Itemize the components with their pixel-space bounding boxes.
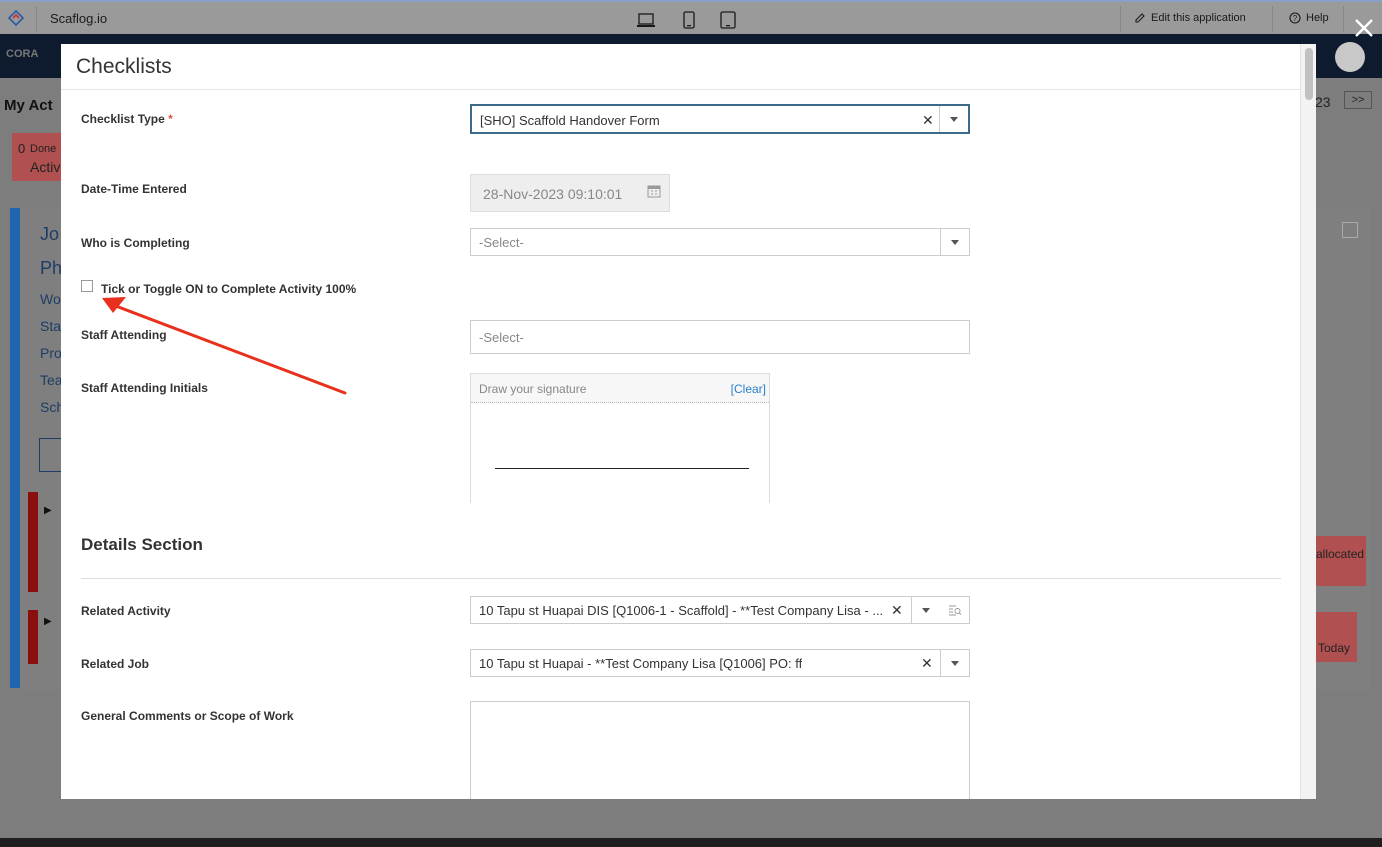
related-activity-value: 10 Tapu st Huapai DIS [Q1006-1 - Scaffol…: [479, 603, 884, 618]
chevron-down-icon[interactable]: [939, 106, 968, 132]
divider: [1343, 6, 1344, 32]
checklist-type-label: Checklist Type *: [81, 112, 173, 126]
complete-activity-checkbox[interactable]: [81, 280, 93, 292]
svg-text:?: ?: [1293, 14, 1298, 23]
background-fragment: Tea: [40, 372, 63, 388]
related-activity-select[interactable]: 10 Tapu st Huapai DIS [Q1006-1 - Scaffol…: [470, 596, 970, 624]
activ-label: Activ: [30, 159, 61, 175]
signature-header: Draw your signature [Clear]: [471, 374, 769, 403]
background-fragment: Ph: [40, 258, 63, 278]
edit-application-link[interactable]: Edit this application: [1134, 12, 1246, 24]
expand-icon: ▶: [44, 505, 52, 516]
chevron-down-icon[interactable]: [940, 650, 969, 676]
help-label: Help: [1306, 12, 1329, 24]
help-circle-icon: ?: [1289, 12, 1301, 24]
general-comments-textarea[interactable]: [470, 701, 970, 799]
chevron-down-icon[interactable]: [911, 597, 940, 623]
divider: [1120, 6, 1121, 32]
background-fragment: Pro: [40, 345, 62, 361]
signature-clear-link[interactable]: [Clear]: [731, 382, 766, 396]
background-heading: My Act: [4, 97, 53, 114]
divider: [1272, 6, 1273, 32]
expand-icon: ▶: [44, 616, 52, 627]
related-job-label: Related Job: [81, 657, 150, 671]
scrollbar-thumb[interactable]: [1305, 48, 1313, 100]
modal-scrollbar[interactable]: [1300, 44, 1316, 799]
checklist-type-value: [SHO] Scaffold Handover Form: [480, 113, 660, 128]
required-marker: *: [168, 112, 173, 126]
signature-placeholder: Draw your signature: [479, 382, 587, 396]
date-time-label: Date-Time Entered: [81, 182, 187, 196]
background-footer: [0, 838, 1382, 847]
who-completing-placeholder: -Select-: [479, 235, 524, 250]
modal-title: Checklists: [76, 55, 172, 78]
desktop-view-icon[interactable]: [636, 10, 656, 30]
checklist-type-select[interactable]: [SHO] Scaffold Handover Form ✕: [470, 104, 970, 134]
brand-fragment: CORA: [6, 48, 39, 60]
staff-attending-placeholder: -Select-: [479, 330, 524, 345]
checklist-type-label-text: Checklist Type: [81, 112, 165, 126]
background-allocated-card: allocated: [1316, 536, 1366, 586]
date-time-field: 28-Nov-2023 09:10:01: [470, 174, 670, 212]
search-list-icon[interactable]: [948, 603, 962, 617]
general-comments-label: General Comments or Scope of Work: [81, 709, 294, 723]
done-label: Done: [30, 143, 57, 155]
who-completing-label: Who is Completing: [81, 236, 190, 250]
next-button: >>: [1344, 91, 1372, 109]
modal-header: Checklists: [61, 44, 1316, 90]
phone-view-icon[interactable]: [679, 10, 699, 30]
complete-activity-label: Tick or Toggle ON to Complete Activity 1…: [101, 282, 357, 296]
close-icon[interactable]: [1352, 16, 1376, 40]
signature-pad[interactable]: Draw your signature [Clear]: [470, 373, 770, 503]
app-name: Scaflog.io: [50, 11, 108, 26]
who-completing-select[interactable]: -Select-: [470, 228, 970, 256]
tablet-view-icon[interactable]: [718, 10, 738, 30]
checklists-modal: Checklists Checklist Type * [SHO] Scaffo…: [61, 44, 1316, 799]
date-time-value: 28-Nov-2023 09:10:01: [483, 186, 623, 202]
help-link[interactable]: ? Help: [1289, 12, 1329, 24]
avatar[interactable]: [1335, 42, 1365, 72]
background-accent-bar: [10, 208, 20, 688]
related-job-select[interactable]: 10 Tapu st Huapai - **Test Company Lisa …: [470, 649, 970, 677]
calendar-icon: [647, 185, 661, 198]
background-fragment: Jo: [40, 224, 60, 244]
staff-attending-select[interactable]: -Select-: [470, 320, 970, 354]
staff-attending-label: Staff Attending: [81, 328, 167, 342]
background-status-bar: [28, 610, 38, 664]
divider: [81, 578, 1281, 579]
related-job-value: 10 Tapu st Huapai - **Test Company Lisa …: [479, 656, 803, 671]
chevron-down-icon[interactable]: [940, 229, 969, 255]
background-today-card: Today: [1316, 612, 1357, 662]
background-fragment: Wo: [40, 291, 61, 307]
edit-application-label: Edit this application: [1151, 12, 1246, 24]
staff-initials-label: Staff Attending Initials: [81, 381, 208, 395]
done-count: 0: [18, 141, 26, 156]
background-button: [39, 438, 63, 472]
related-activity-label: Related Activity: [81, 604, 171, 618]
allocated-label: allocated: [1316, 547, 1365, 561]
close-icon[interactable]: ✕: [922, 112, 934, 129]
background-status-bar: [28, 492, 38, 592]
close-icon[interactable]: ✕: [921, 655, 933, 672]
details-section-title: Details Section: [81, 535, 203, 554]
app-top-bar: Scaflog.io Edit this application ? Help: [0, 0, 1382, 34]
divider: [36, 6, 37, 32]
background-fragment: Sta: [40, 318, 62, 334]
close-icon[interactable]: ✕: [891, 602, 903, 619]
broken-image-icon: [1342, 222, 1358, 238]
background-fragment: 23: [1315, 94, 1331, 110]
app-logo-icon[interactable]: [8, 10, 24, 26]
pencil-icon: [1135, 13, 1145, 23]
signature-baseline: [495, 468, 749, 469]
today-label: Today: [1318, 641, 1351, 655]
